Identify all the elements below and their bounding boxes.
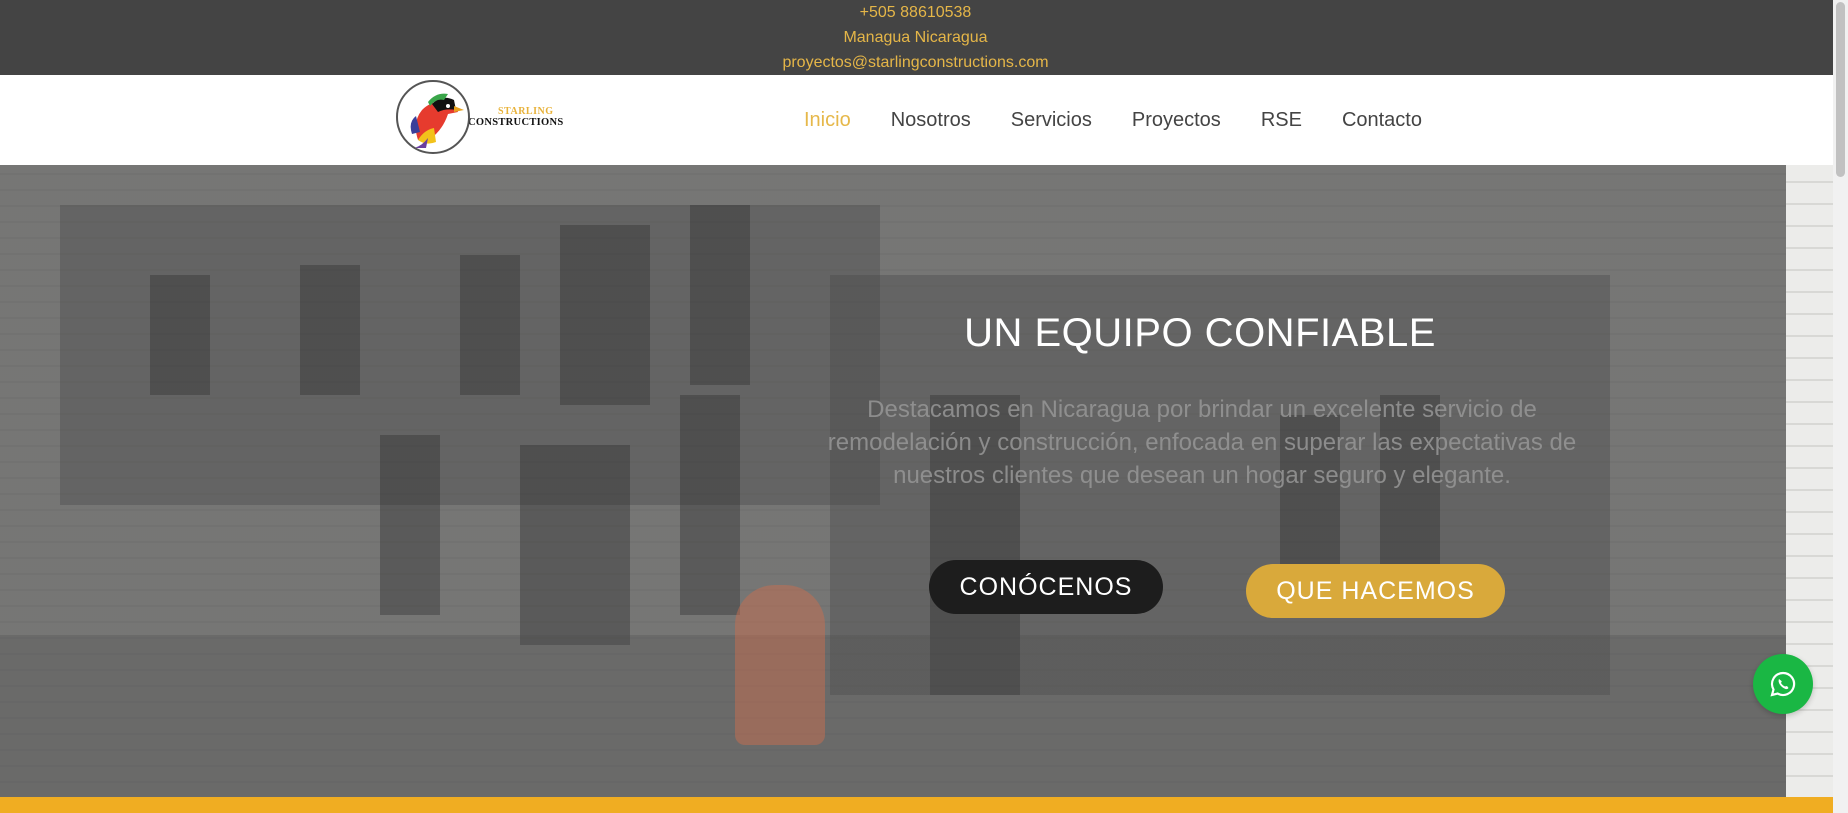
hero-worker-shape [735, 585, 825, 745]
hero-window-shape [690, 205, 750, 385]
nav-item-inicio[interactable]: Inicio [804, 109, 851, 132]
scrollbar[interactable] [1833, 0, 1848, 813]
nav-item-contacto[interactable]: Contacto [1342, 109, 1422, 132]
conocenos-button[interactable]: CONÓCENOS [929, 560, 1163, 614]
nav-item-rse[interactable]: RSE [1261, 109, 1302, 132]
site-header: STARLING CONSTRUCTIONS Inicio Nosotros S… [0, 75, 1833, 165]
hero-window-shape [300, 265, 360, 395]
nav-item-servicios[interactable]: Servicios [1011, 109, 1092, 132]
hero-window-shape [460, 255, 520, 395]
hero-window-shape [150, 275, 210, 395]
nav-item-proyectos[interactable]: Proyectos [1132, 109, 1221, 132]
hero-ground-shape [0, 635, 1786, 797]
hero-window-shape [520, 445, 630, 645]
contact-email[interactable]: proyectos@starlingconstructions.com [782, 50, 1048, 75]
whatsapp-icon [1770, 671, 1796, 697]
hero-window-shape [680, 395, 740, 615]
contact-phone[interactable]: +505 88610538 [860, 0, 972, 25]
hero-section: UN EQUIPO CONFIABLE Destacamos en Nicara… [0, 165, 1786, 797]
contact-location: Managua Nicaragua [843, 29, 988, 46]
nav-item-nosotros[interactable]: Nosotros [891, 109, 971, 132]
que-hacemos-button[interactable]: QUE HACEMOS [1246, 564, 1505, 618]
whatsapp-button[interactable] [1753, 654, 1813, 714]
logo-line2: CONSTRUCTIONS [468, 117, 564, 128]
logo[interactable]: STARLING CONSTRUCTIONS [396, 79, 571, 155]
hero-window-shape [560, 225, 650, 405]
logo-bird-icon [396, 80, 470, 154]
logo-text: STARLING CONSTRUCTIONS [468, 106, 564, 128]
hero-window-shape [380, 435, 440, 615]
hero-description: Destacamos en Nicaragua por brindar un e… [827, 396, 1577, 489]
next-section-band [0, 797, 1833, 813]
main-nav: Inicio Nosotros Servicios Proyectos RSE … [804, 75, 1462, 165]
top-contact-bar: +505 88610538 Managua Nicaragua proyecto… [0, 0, 1833, 75]
scrollbar-thumb[interactable] [1836, 2, 1845, 177]
logo-line1: STARLING [498, 106, 554, 117]
hero-title: UN EQUIPO CONFIABLE [964, 311, 1436, 355]
